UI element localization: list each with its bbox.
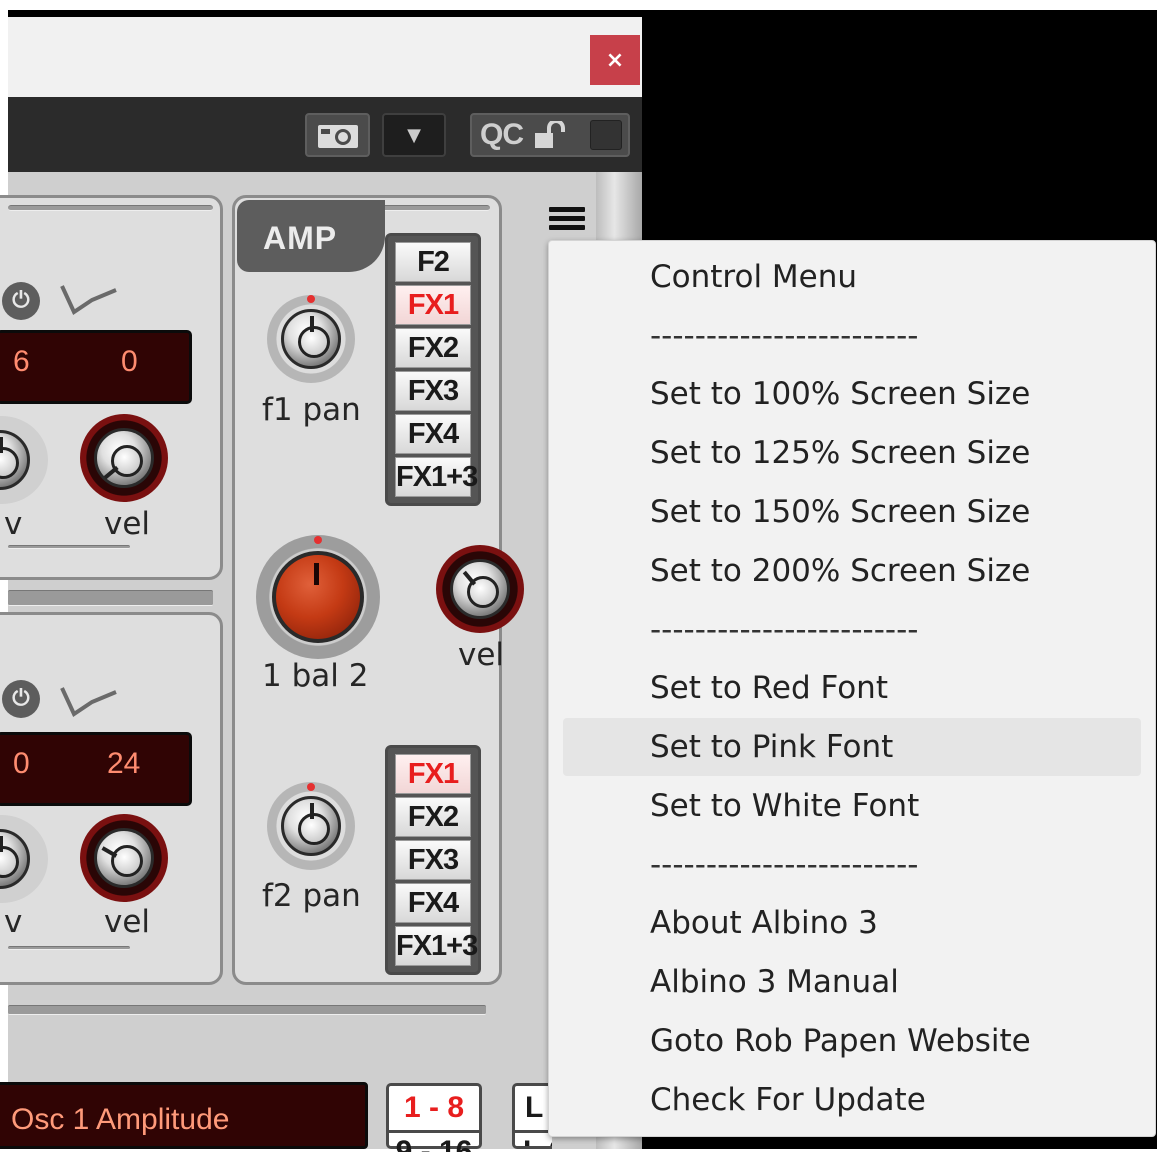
lcd-value-left: 0 <box>13 747 30 780</box>
qc-toggle[interactable] <box>590 120 622 150</box>
vel-label: vel <box>104 904 151 940</box>
hamburger-menu-icon[interactable] <box>549 207 585 235</box>
routing-fx3-button[interactable]: FX3 <box>395 840 471 880</box>
menu-item-manual[interactable]: Albino 3 Manual <box>650 962 899 1002</box>
routing-fx4-button[interactable]: FX4 <box>395 414 471 454</box>
routing-fx3-button[interactable]: FX3 <box>395 371 471 411</box>
lcd-value-right: 24 <box>107 747 141 780</box>
routing-fx1-button[interactable]: FX1 <box>395 754 471 794</box>
vel-knob-lower[interactable] <box>80 814 168 902</box>
envelope-icon[interactable] <box>58 680 120 728</box>
vel-label: vel <box>104 506 151 542</box>
envelope-icon[interactable] <box>58 278 120 326</box>
routing-fx2-button[interactable]: FX2 <box>395 328 471 368</box>
section-rail <box>372 205 490 211</box>
menu-item-website[interactable]: Goto Rob Papen Website <box>650 1021 1031 1061</box>
quick-control-group[interactable]: QC <box>470 113 630 157</box>
menu-title: Control Menu <box>650 259 858 295</box>
range-selector[interactable]: 1 - 8 9 - 16 <box>386 1083 482 1152</box>
lock-icon[interactable] <box>533 121 567 149</box>
snapshot-button[interactable] <box>305 113 370 157</box>
qc-label: QC <box>480 118 524 151</box>
routing-fx1-3-button[interactable]: FX1+3 <box>395 926 478 966</box>
menu-item-screen-100[interactable]: Set to 100% Screen Size <box>650 374 1030 414</box>
screen: × ▼ QC ⏻ 6 0 v vel ⏻ 0 24 v vel AMP f1 p… <box>0 0 1157 1152</box>
menu-item-white-font[interactable]: Set to White Font <box>650 786 919 826</box>
knob-marker <box>307 295 315 303</box>
menu-separator: ------------------------ <box>650 318 919 354</box>
side-label: L <box>525 1091 544 1124</box>
mod-display-text: Osc 1 Amplitude <box>11 1103 230 1136</box>
lcd-value-right: 0 <box>121 345 138 378</box>
menu-item-check-update[interactable]: Check For Update <box>650 1080 926 1120</box>
camera-icon <box>317 125 358 148</box>
amp-vel-label: vel <box>458 637 505 673</box>
side-next: L 2 <box>515 1130 552 1146</box>
routing-f2-button[interactable]: F2 <box>395 242 471 282</box>
amp-tab: AMP <box>237 200 385 272</box>
lcd-value-left: 6 <box>13 345 30 378</box>
menu-item-screen-125[interactable]: Set to 125% Screen Size <box>650 433 1030 473</box>
amp-vel-knob[interactable] <box>436 545 524 633</box>
menu-item-pink-font[interactable]: Set to Pink Font <box>650 727 893 767</box>
f2-routing-group: FX1 FX2 FX3 FX4 FX1+3 <box>385 745 481 975</box>
side-selector[interactable]: L L 2 <box>512 1083 552 1149</box>
value-display-lower[interactable]: 0 24 <box>0 732 192 806</box>
balance-label: 1 bal 2 <box>262 658 369 694</box>
vel-knob-upper[interactable] <box>80 414 168 502</box>
modulation-display[interactable]: Osc 1 Amplitude <box>0 1082 368 1149</box>
chevron-down-icon: ▼ <box>407 124 421 146</box>
balance-knob[interactable] <box>256 535 380 659</box>
f2-pan-label: f2 pan <box>262 878 361 914</box>
routing-fx4-button[interactable]: FX4 <box>395 883 471 923</box>
menu-item-screen-150[interactable]: Set to 150% Screen Size <box>650 492 1030 532</box>
knob-marker <box>314 536 322 544</box>
power-icon[interactable]: ⏻ <box>2 282 40 320</box>
routing-fx1-3-button[interactable]: FX1+3 <box>395 457 478 497</box>
amp-title: AMP <box>263 220 338 256</box>
range-line <box>8 545 130 549</box>
close-button[interactable]: × <box>590 35 640 85</box>
range-label: 1 - 8 <box>403 1091 465 1124</box>
range-line <box>8 946 130 950</box>
menu-separator: ------------------------ <box>650 847 919 883</box>
f1-pan-label: f1 pan <box>262 392 361 428</box>
menu-item-screen-200[interactable]: Set to 200% Screen Size <box>650 551 1030 591</box>
bottom-rail <box>8 1005 486 1015</box>
menu-item-red-font[interactable]: Set to Red Font <box>650 668 888 708</box>
power-icon[interactable]: ⏻ <box>2 680 40 718</box>
menu-separator: ------------------------ <box>650 612 919 648</box>
close-icon: × <box>605 47 625 73</box>
f1-routing-group: F2 FX1 FX2 FX3 FX4 FX1+3 <box>385 233 481 506</box>
f2-pan-knob[interactable] <box>267 782 355 870</box>
knob-marker <box>307 783 315 791</box>
section-divider <box>8 590 213 606</box>
window-titlebar <box>8 17 642 97</box>
section-rail <box>8 205 213 211</box>
knob-label: v <box>4 506 23 542</box>
f1-pan-knob[interactable] <box>267 295 355 383</box>
routing-fx2-button[interactable]: FX2 <box>395 797 471 837</box>
value-display-upper[interactable]: 6 0 <box>0 330 192 404</box>
knob-label: v <box>4 904 23 940</box>
preset-dropdown-button[interactable]: ▼ <box>382 113 446 157</box>
routing-fx1-button[interactable]: FX1 <box>395 285 471 325</box>
menu-item-about[interactable]: About Albino 3 <box>650 903 878 943</box>
